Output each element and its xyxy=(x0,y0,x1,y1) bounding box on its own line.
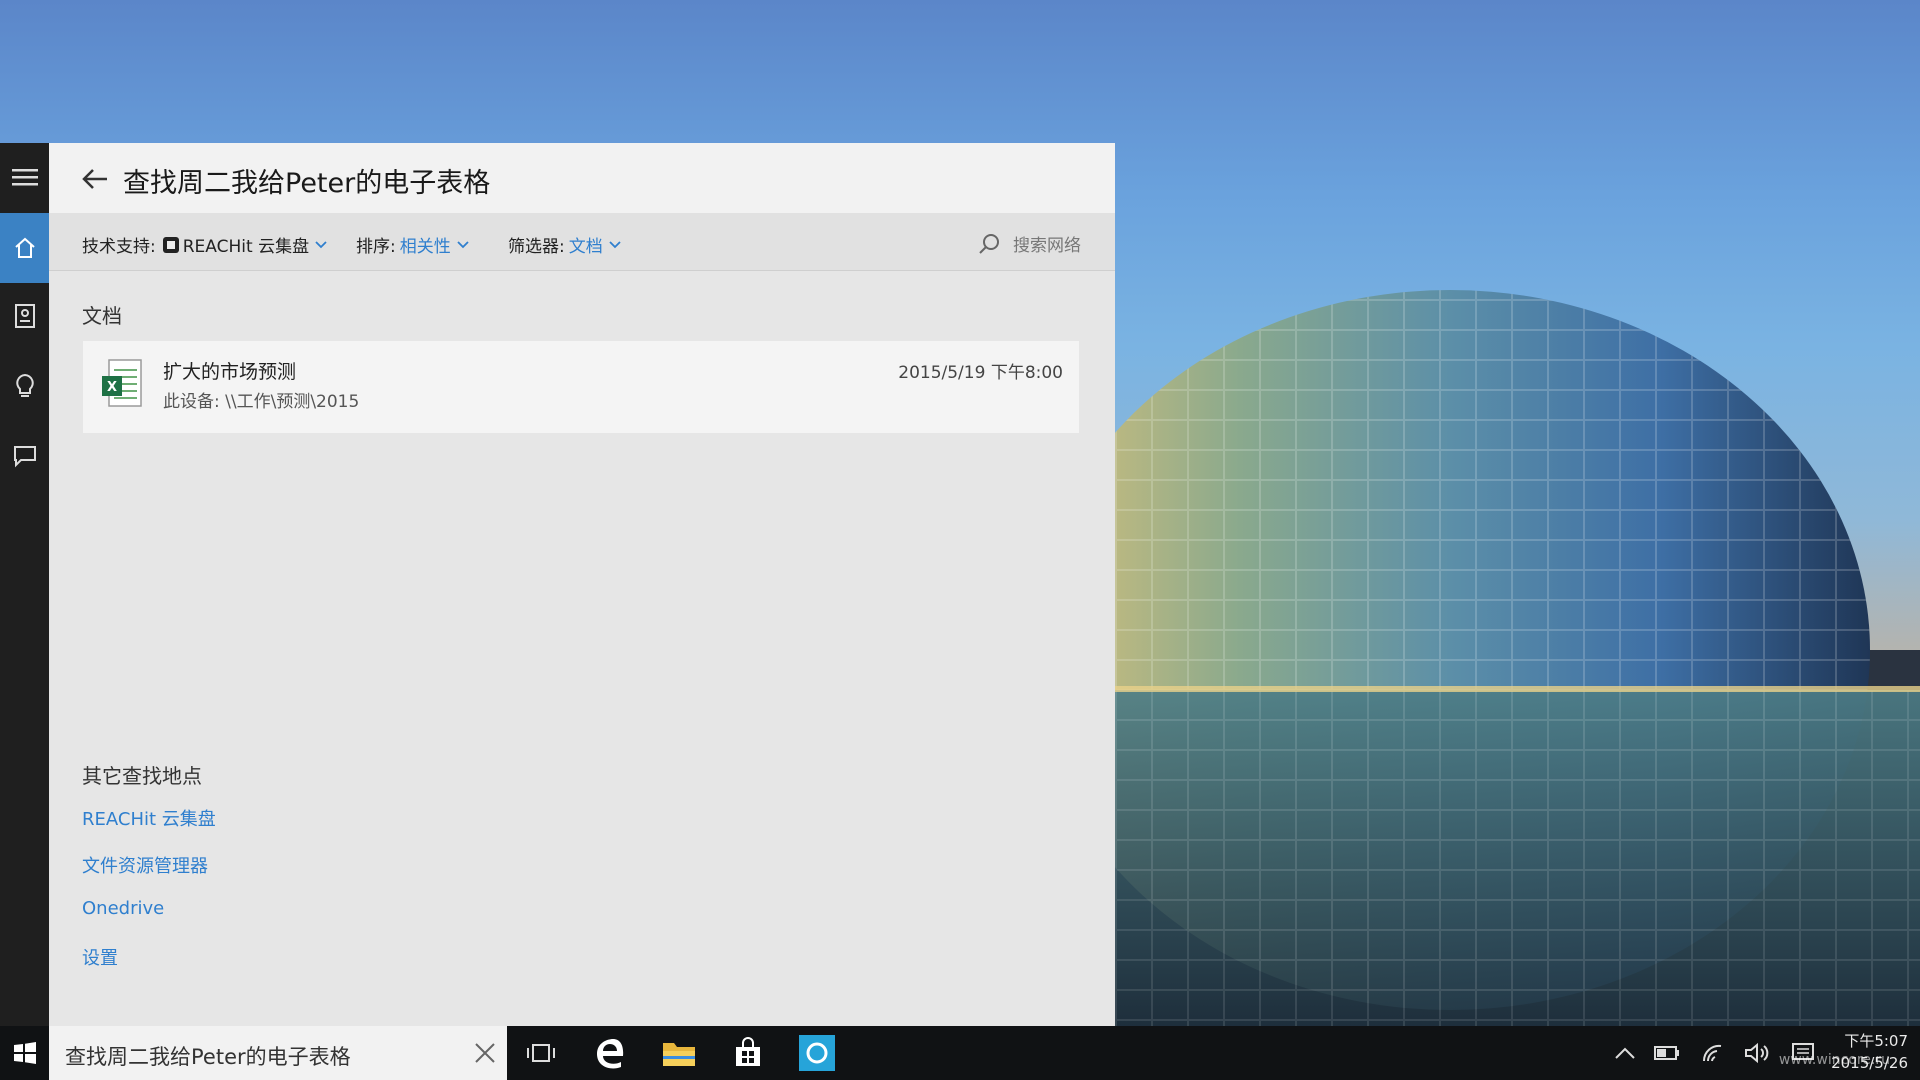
source-value: REACHit 云集盘 xyxy=(182,237,310,257)
clock-time: 下午5:07 xyxy=(1844,1032,1908,1050)
volume-button[interactable] xyxy=(1740,1026,1774,1080)
network-icon xyxy=(1702,1044,1722,1062)
excel-file-icon: X xyxy=(102,359,142,407)
chevron-down-icon xyxy=(457,240,469,248)
file-explorer-icon xyxy=(663,1043,695,1066)
sort-selector[interactable]: 排序: 相关性 xyxy=(356,232,469,257)
cortana-results-panel: 查找周二我给Peter的电子表格 技术支持: REACHit 云集盘 排序: 相… xyxy=(49,143,1115,1026)
hamburger-menu-button[interactable] xyxy=(0,149,49,205)
chevron-down-icon xyxy=(609,240,621,248)
feedback-icon xyxy=(13,446,36,468)
result-file-path: 此设备: \\工作\预测\2015 xyxy=(163,392,360,412)
battery-icon xyxy=(1654,1046,1679,1060)
battery-button[interactable] xyxy=(1650,1026,1684,1080)
chevron-up-icon xyxy=(1615,1047,1635,1059)
rail-reminders-button[interactable] xyxy=(0,358,49,414)
rail-home-button[interactable] xyxy=(0,213,49,283)
search-web-button[interactable]: 搜索网络 xyxy=(977,231,1081,256)
notebook-icon xyxy=(14,304,35,328)
hamburger-icon xyxy=(11,169,38,186)
source-selector[interactable]: 技术支持: REACHit 云集盘 xyxy=(82,232,327,257)
file-explorer-button[interactable] xyxy=(651,1026,707,1080)
link-settings[interactable]: 设置 xyxy=(82,944,118,970)
lightbulb-icon xyxy=(15,373,34,397)
result-item[interactable]: X 扩大的市场预测 此设备: \\工作\预测\2015 2015/5/19 下午… xyxy=(83,341,1079,433)
watermark-text: www.wincore.ru xyxy=(1778,1052,1890,1068)
section-heading-documents: 文档 xyxy=(82,304,122,328)
link-reachit[interactable]: REACHit 云集盘 xyxy=(82,805,216,831)
edge-icon xyxy=(597,1039,624,1069)
sort-value: 相关性 xyxy=(399,237,451,257)
link-onedrive[interactable]: Onedrive xyxy=(82,898,164,919)
filter-value: 文档 xyxy=(568,237,603,257)
start-button[interactable] xyxy=(0,1026,49,1080)
result-file-name: 扩大的市场预测 xyxy=(163,361,297,383)
reachit-app-icon xyxy=(799,1035,835,1071)
back-button[interactable] xyxy=(77,163,113,195)
result-file-date: 2015/5/19 下午8:00 xyxy=(898,363,1063,383)
rail-notebook-button[interactable] xyxy=(0,288,49,344)
results-toolbar: 技术支持: REACHit 云集盘 排序: 相关性 筛选器: 文档 搜索网络 xyxy=(49,213,1115,271)
volume-icon xyxy=(1745,1042,1769,1064)
back-arrow-icon xyxy=(82,169,107,189)
close-icon xyxy=(475,1043,495,1063)
search-web-label: 搜索网络 xyxy=(1013,236,1081,256)
home-icon xyxy=(14,237,35,258)
network-button[interactable] xyxy=(1695,1026,1729,1080)
section-heading-other-places: 其它查找地点 xyxy=(82,764,202,788)
search-clear-button[interactable] xyxy=(471,1039,499,1067)
svg-text:X: X xyxy=(107,380,117,395)
filter-label: 筛选器: xyxy=(508,237,565,257)
taskbar-search-text: 查找周二我给Peter的电子表格 xyxy=(65,1045,351,1069)
show-hidden-icons-button[interactable] xyxy=(1608,1026,1642,1080)
panel-header: 查找周二我给Peter的电子表格 xyxy=(49,143,1115,213)
store-button[interactable] xyxy=(720,1026,776,1080)
reachit-icon xyxy=(162,236,179,253)
taskbar: 查找周二我给Peter的电子表格 下午5:07 2015/5/26 xyxy=(0,1026,1920,1080)
page-title: 查找周二我给Peter的电子表格 xyxy=(123,168,491,199)
store-icon xyxy=(736,1037,760,1066)
cortana-rail xyxy=(0,143,49,1026)
sort-label: 排序: xyxy=(356,237,396,257)
chevron-down-icon xyxy=(315,240,327,248)
task-view-icon xyxy=(527,1044,555,1062)
search-icon xyxy=(979,233,999,254)
link-file-explorer[interactable]: 文件资源管理器 xyxy=(82,852,208,878)
task-view-button[interactable] xyxy=(513,1026,569,1080)
reachit-app-button[interactable] xyxy=(789,1026,845,1080)
windows-logo-icon xyxy=(13,1042,36,1064)
edge-button[interactable] xyxy=(582,1026,638,1080)
filter-selector[interactable]: 筛选器: 文档 xyxy=(508,232,621,257)
source-label: 技术支持: xyxy=(82,237,156,257)
rail-feedback-button[interactable] xyxy=(0,428,49,484)
taskbar-search-box[interactable]: 查找周二我给Peter的电子表格 xyxy=(49,1026,507,1080)
